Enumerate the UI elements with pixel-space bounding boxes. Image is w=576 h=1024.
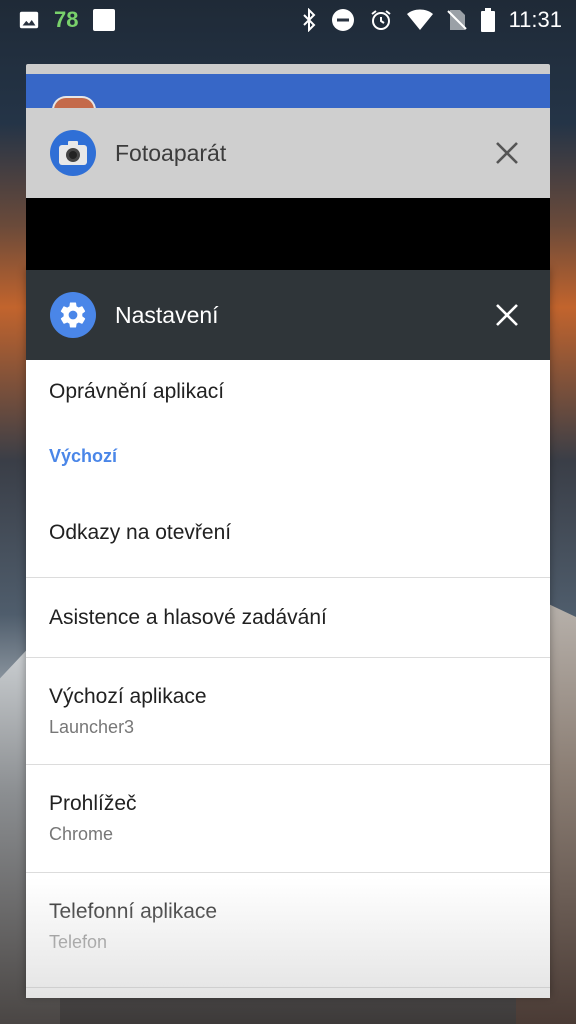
close-icon bbox=[496, 142, 518, 164]
alarm-icon bbox=[369, 8, 393, 32]
recent-card-camera[interactable]: Fotoaparát bbox=[26, 108, 550, 270]
no-sim-icon bbox=[446, 8, 467, 32]
divider bbox=[26, 987, 550, 988]
wifi-icon bbox=[406, 9, 433, 31]
close-icon bbox=[496, 304, 518, 326]
list-item[interactable]: Telefonní aplikace Telefon bbox=[26, 873, 550, 980]
list-item-title: Prohlížeč bbox=[49, 792, 137, 815]
card-header: Nastavení bbox=[26, 270, 550, 360]
close-button[interactable] bbox=[490, 136, 524, 170]
list-item[interactable]: Asistence a hlasové zadávání bbox=[26, 578, 550, 658]
recent-card-settings[interactable]: Nastavení Oprávnění aplikací Výchozí Odk… bbox=[26, 270, 550, 998]
do-not-disturb-icon bbox=[331, 8, 355, 32]
recent-card-background-header bbox=[26, 74, 550, 108]
list-item-title: Výchozí aplikace bbox=[49, 684, 207, 708]
battery-icon bbox=[480, 8, 495, 32]
list-item-title: Telefonní aplikace bbox=[49, 900, 218, 923]
list-item-subtitle: Chrome bbox=[49, 824, 114, 844]
close-button[interactable] bbox=[490, 298, 524, 332]
app-title: Fotoaparát bbox=[115, 139, 227, 166]
notification-count: 78 bbox=[54, 7, 79, 32]
list-item[interactable]: Odkazy na otevření bbox=[26, 488, 550, 578]
list-item-title: Odkazy na otevření bbox=[49, 520, 232, 544]
card-header: Fotoaparát bbox=[26, 108, 550, 198]
list-item-title: Oprávnění aplikací bbox=[49, 380, 225, 403]
app-title: Nastavení bbox=[115, 301, 219, 328]
list-item[interactable]: Výchozí aplikace Launcher3 bbox=[26, 658, 550, 765]
gear-icon bbox=[50, 292, 96, 338]
recent-card-background[interactable] bbox=[26, 64, 550, 110]
camera-icon bbox=[50, 130, 96, 176]
image-icon bbox=[18, 9, 40, 31]
list-item-subtitle: Launcher3 bbox=[49, 716, 135, 737]
bluetooth-icon bbox=[301, 8, 317, 32]
section-header: Výchozí bbox=[49, 445, 118, 466]
settings-list: Oprávnění aplikací Výchozí Odkazy na ote… bbox=[26, 360, 550, 980]
list-item[interactable]: Prohlížeč Chrome bbox=[26, 765, 550, 873]
clock: 11:31 bbox=[508, 7, 562, 32]
status-bar: 78 11:31 bbox=[0, 0, 576, 40]
list-item[interactable]: Oprávnění aplikací bbox=[26, 360, 550, 424]
list-item-title: Asistence a hlasové zadávání bbox=[49, 605, 327, 629]
list-item-subtitle: Telefon bbox=[49, 932, 108, 952]
square-icon bbox=[92, 8, 116, 32]
